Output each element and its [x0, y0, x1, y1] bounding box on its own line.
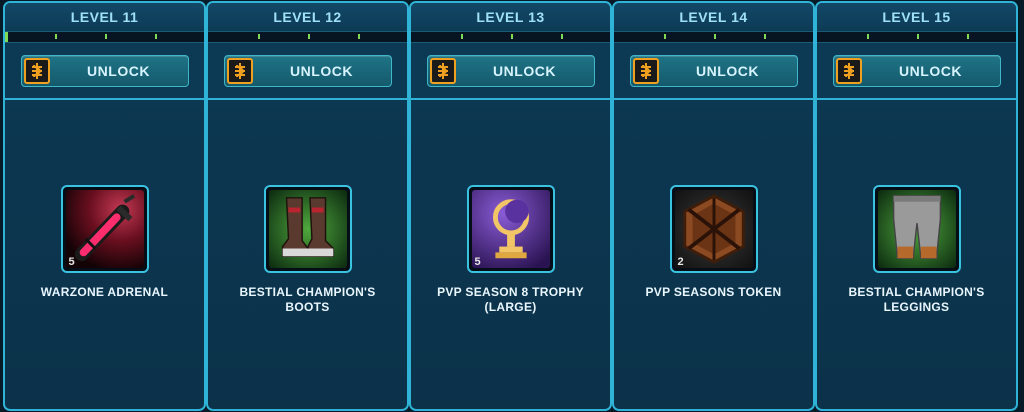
reward-name: WARZONE ADRENAL — [40, 285, 169, 299]
level-column-14: LEVEL 14 UNLOCK 2 PVP SEASONS TOKEN — [612, 1, 815, 411]
reward-name: BESTIAL CHAMPION'S BOOTS — [239, 285, 376, 314]
unlock-zone: UNLOCK — [411, 43, 610, 100]
reward-frame[interactable]: 5 — [60, 185, 149, 273]
adrenal-icon — [65, 190, 144, 268]
unlock-button[interactable]: UNLOCK — [426, 54, 595, 87]
reward-frame[interactable]: 5 — [466, 185, 555, 273]
level-title: LEVEL 15 — [817, 3, 1016, 31]
unlock-button[interactable]: UNLOCK — [223, 54, 392, 87]
level-column-13: LEVEL 13 UNLOCK 5 PVP SEASON 8 TROPHY (L… — [409, 1, 612, 411]
level-progress — [817, 31, 1016, 43]
level-title: LEVEL 11 — [5, 3, 204, 31]
unlock-currency-icon — [429, 57, 456, 84]
level-column-11: LEVEL 11 UNLOCK 5 WARZONE ADRENAL — [3, 1, 206, 411]
unlock-button[interactable]: UNLOCK — [629, 54, 798, 87]
unlock-currency-icon — [835, 57, 862, 84]
unlock-currency-icon — [23, 57, 50, 84]
reward-frame[interactable]: 2 — [669, 185, 758, 273]
quantity: 2 — [677, 256, 684, 268]
level-progress — [5, 31, 204, 43]
reward-name: PVP SEASON 8 TROPHY (LARGE) — [437, 285, 584, 314]
unlock-zone: UNLOCK — [614, 43, 813, 100]
unlock-zone: UNLOCK — [208, 43, 407, 100]
level-progress — [614, 31, 813, 43]
level-progress — [208, 31, 407, 43]
unlock-label: UNLOCK — [899, 62, 962, 79]
reward-item: 2 PVP SEASONS TOKEN — [614, 185, 813, 300]
unlock-button[interactable]: UNLOCK — [20, 54, 189, 87]
quantity: 5 — [68, 256, 75, 268]
unlock-label: UNLOCK — [696, 62, 759, 79]
reward-item: 5 PVP SEASON 8 TROPHY (LARGE) — [411, 185, 610, 315]
level-track: LEVEL 11 UNLOCK 5 WARZONE ADRENAL LEVEL … — [0, 0, 1024, 412]
level-progress — [411, 31, 610, 43]
reward-item: BESTIAL CHAMPION'S LEGGINGS — [817, 185, 1016, 315]
unlock-label: UNLOCK — [493, 62, 556, 79]
unlock-currency-icon — [632, 57, 659, 84]
quantity: 5 — [474, 256, 481, 268]
reward-frame[interactable] — [872, 185, 961, 273]
reward-name: PVP SEASONS TOKEN — [645, 285, 782, 299]
unlock-zone: UNLOCK — [5, 43, 204, 100]
reward-frame[interactable] — [263, 185, 352, 273]
boots-icon — [268, 190, 347, 268]
unlock-currency-icon — [226, 57, 253, 84]
reward-item: 5 WARZONE ADRENAL — [5, 185, 204, 300]
level-title: LEVEL 12 — [208, 3, 407, 31]
token-icon — [674, 190, 753, 268]
unlock-zone: UNLOCK — [817, 43, 1016, 100]
unlock-label: UNLOCK — [290, 62, 353, 79]
unlock-label: UNLOCK — [87, 62, 150, 79]
reward-item: BESTIAL CHAMPION'S BOOTS — [208, 185, 407, 315]
level-title: LEVEL 14 — [614, 3, 813, 31]
trophy-icon — [471, 190, 550, 268]
level-column-15: LEVEL 15 UNLOCK BESTIAL CHAMPION'S LEGGI… — [815, 1, 1018, 411]
level-column-12: LEVEL 12 UNLOCK BESTIAL CHAMPION'S BOOTS — [206, 1, 409, 411]
unlock-button[interactable]: UNLOCK — [832, 54, 1001, 87]
reward-name: BESTIAL CHAMPION'S LEGGINGS — [848, 285, 985, 314]
leggings-icon — [877, 190, 956, 268]
level-title: LEVEL 13 — [411, 3, 610, 31]
